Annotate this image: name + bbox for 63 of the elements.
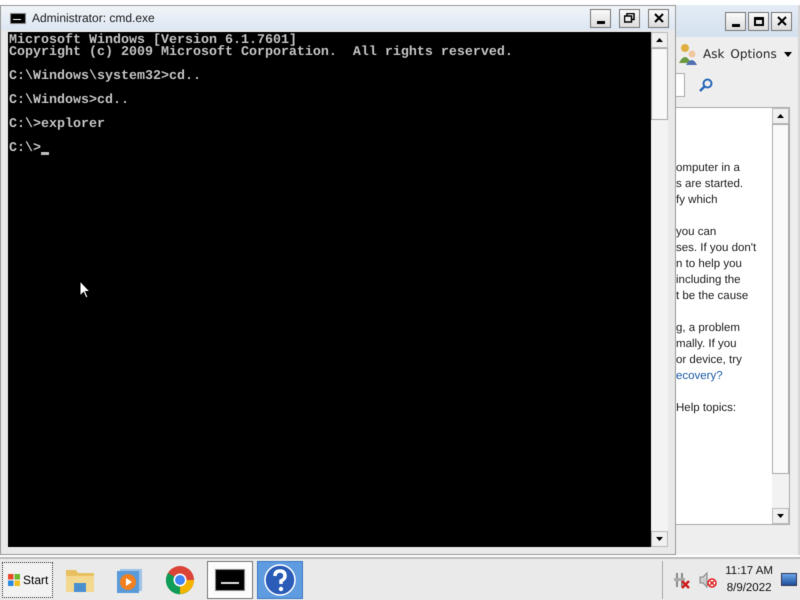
scroll-down-button[interactable] <box>651 531 668 547</box>
caret-icon <box>784 52 792 58</box>
close-button[interactable] <box>648 8 669 28</box>
minimize-button[interactable] <box>725 12 746 30</box>
windows-flag-icon <box>7 572 21 586</box>
scroll-up-button[interactable] <box>651 32 668 48</box>
console-line: C:\>explorer <box>9 119 105 131</box>
clock[interactable]: 11:17 AM 8/9/2022 <box>725 562 773 596</box>
help-text-line: s are started. <box>676 177 744 192</box>
console-line: C:\Windows\system32>cd.. <box>9 71 201 83</box>
help-link[interactable]: ecovery? <box>676 368 772 384</box>
up-arrow-icon <box>777 114 784 118</box>
network-error-icon[interactable] <box>673 570 692 588</box>
scroll-thumb[interactable] <box>651 48 668 120</box>
start-button[interactable]: Start <box>2 562 54 598</box>
search-field[interactable] <box>676 73 685 97</box>
maximize-button[interactable] <box>748 12 769 30</box>
restore-icon <box>624 13 635 23</box>
close-button[interactable] <box>771 12 792 30</box>
speaker-muted-icon[interactable] <box>699 570 718 588</box>
help-text-line: Help topics: <box>676 401 738 416</box>
console-line: Copyright (c) 2009 Microsoft Corporation. All rights reserved. <box>9 47 513 59</box>
scrollbar[interactable] <box>772 108 789 524</box>
up-arrow-icon <box>656 38 663 42</box>
help-text-line: g, a problem <box>676 321 741 336</box>
people-icon <box>679 43 697 65</box>
window-title: Administrator: cmd.exe <box>32 11 155 25</box>
show-desktop-icon[interactable] <box>781 573 797 586</box>
ask-button[interactable]: Ask <box>703 47 724 61</box>
text-cursor-icon <box>41 152 49 155</box>
scroll-down-button[interactable] <box>772 508 789 524</box>
help-text-line: or device, try <box>676 353 743 368</box>
help-text-line: mally. If you <box>676 337 738 352</box>
help-text-line: n to help you <box>676 257 743 272</box>
taskbar-button[interactable] <box>257 560 304 598</box>
clock-time: 11:17 AM <box>725 564 773 578</box>
help-text-line: you can <box>676 225 718 240</box>
help-text-line: including the <box>676 273 742 288</box>
down-arrow-icon <box>777 514 784 518</box>
clock-date: 8/9/2022 <box>726 580 772 596</box>
close-icon <box>654 13 664 23</box>
mouse-pointer-icon <box>79 280 91 299</box>
taskbar-button[interactable] <box>207 560 254 598</box>
browser-icon <box>165 564 196 594</box>
console-output[interactable]: Microsoft Windows [Version 6.1.7601] Copyright (c) 2009 Microsoft Corporation. All rights reserved. C:\Windows\system32>cd.. C:\Windows>cd.. C:\>explorer C:\> <box>8 32 651 547</box>
restore-button[interactable] <box>619 8 640 28</box>
help-text-line: omputer in a <box>676 161 741 176</box>
help-text-line: fy which <box>676 193 719 208</box>
scroll-up-button[interactable] <box>772 108 789 124</box>
console-line: C:\Windows>cd.. <box>9 95 129 107</box>
down-arrow-icon <box>656 537 663 541</box>
console-icon <box>215 568 246 590</box>
minimize-button[interactable] <box>590 8 611 28</box>
options-menu-button[interactable]: Options <box>730 47 792 61</box>
search-icon[interactable] <box>699 78 713 92</box>
help-text-line: t be the cause <box>676 289 750 304</box>
close-icon <box>776 16 786 26</box>
help-text-line: ses. If you don't <box>676 241 758 256</box>
scroll-thumb[interactable] <box>772 124 789 474</box>
scrollbar[interactable] <box>651 32 668 547</box>
console-icon <box>10 12 26 24</box>
help-icon <box>264 564 296 596</box>
console-line: C:\> <box>9 143 41 155</box>
